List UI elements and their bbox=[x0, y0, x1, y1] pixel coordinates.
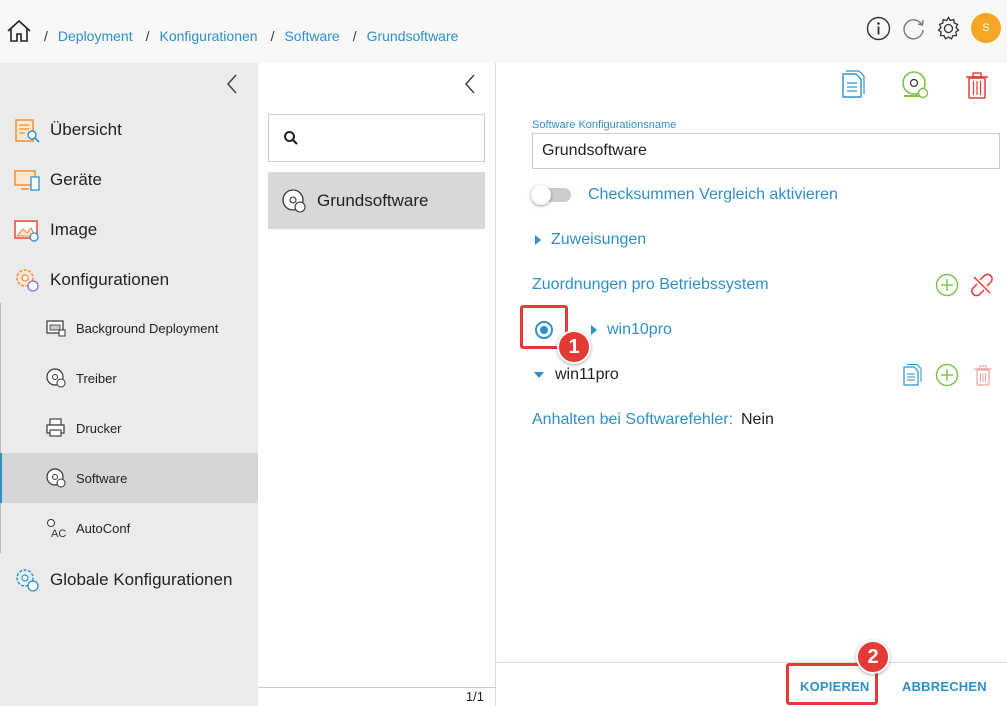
config-name-label: Software Konfigurationsname bbox=[532, 119, 677, 131]
checksum-toggle-label[interactable]: Checksummen Vergleich aktivieren bbox=[588, 186, 838, 204]
driver-disc-icon bbox=[46, 368, 66, 388]
printer-icon bbox=[46, 418, 65, 437]
active-indicator bbox=[0, 453, 2, 503]
add-circle-icon[interactable] bbox=[935, 273, 959, 297]
software-list-panel: Grundsoftware 1/1 bbox=[258, 63, 496, 706]
breadcrumb-separator: / bbox=[270, 28, 275, 44]
breadcrumb-konfigurationen[interactable]: Konfigurationen bbox=[159, 28, 257, 44]
expand-caret-icon[interactable] bbox=[535, 235, 541, 245]
overview-icon bbox=[15, 119, 40, 143]
top-bar: / Deployment / Konfigurationen / Softwar… bbox=[0, 0, 1007, 63]
breadcrumb: / Deployment / Konfigurationen / Softwar… bbox=[44, 28, 471, 44]
autoconf-icon: AC bbox=[47, 519, 66, 539]
collapse-caret-icon[interactable] bbox=[534, 372, 544, 378]
svg-text:AC: AC bbox=[51, 528, 66, 539]
unlink-icon[interactable] bbox=[970, 273, 994, 297]
sidebar-subitem-label: Drucker bbox=[76, 420, 122, 436]
step-badge-2: 2 bbox=[856, 640, 890, 674]
add-circle-icon[interactable] bbox=[935, 363, 959, 387]
refresh-icon[interactable] bbox=[901, 16, 926, 41]
devices-icon bbox=[14, 170, 40, 191]
user-avatar[interactable]: S bbox=[971, 13, 1001, 43]
software-disc-icon bbox=[46, 468, 66, 488]
sidebar-item-label: Konfigurationen bbox=[50, 270, 170, 289]
cancel-button[interactable]: ABBRECHEN bbox=[902, 679, 987, 694]
collapse-list-chevron-icon[interactable] bbox=[462, 73, 478, 95]
list-item-label: Grundsoftware bbox=[317, 190, 429, 210]
detail-footer: KOPIEREN ABBRECHEN bbox=[497, 662, 1007, 706]
sidebar-subitem-label: Background Deployment bbox=[76, 320, 219, 336]
pagination-indicator: 1/1 bbox=[465, 689, 484, 704]
home-icon[interactable] bbox=[6, 18, 32, 44]
zuweisungen-expander[interactable]: Zuweisungen bbox=[551, 231, 646, 249]
sidebar-item-label: Globale Konfigurationen bbox=[50, 570, 233, 589]
step-badge-1: 1 bbox=[557, 330, 591, 364]
breadcrumb-grundsoftware[interactable]: Grundsoftware bbox=[367, 28, 459, 44]
halt-on-error-value[interactable]: Nein bbox=[741, 411, 774, 429]
config-name-field[interactable]: Grundsoftware bbox=[532, 133, 1000, 169]
copy-document-icon[interactable] bbox=[900, 363, 924, 387]
sidebar-item-konfigurationen[interactable]: Konfigurationen bbox=[0, 255, 258, 305]
detail-toolbar bbox=[837, 69, 993, 101]
sidebar-item-uebersicht[interactable]: Übersicht bbox=[0, 105, 258, 155]
os-item-win11pro[interactable]: win11pro bbox=[555, 366, 619, 384]
search-icon bbox=[284, 131, 298, 145]
copy-document-icon[interactable] bbox=[837, 69, 869, 101]
sidebar-subitem-treiber[interactable]: Treiber bbox=[0, 353, 258, 403]
background-deployment-icon bbox=[46, 320, 66, 337]
configurations-gear-icon bbox=[16, 269, 39, 292]
sidebar-item-globale-konfigurationen[interactable]: Globale Konfigurationen bbox=[0, 555, 258, 605]
global-configurations-icon bbox=[16, 569, 39, 592]
breadcrumb-separator: / bbox=[44, 28, 48, 44]
collapse-sidebar-chevron-icon[interactable] bbox=[224, 73, 240, 95]
breadcrumb-software[interactable]: Software bbox=[284, 28, 339, 44]
checksum-toggle[interactable] bbox=[531, 185, 571, 205]
expand-caret-icon[interactable] bbox=[591, 325, 597, 335]
list-footer: 1/1 bbox=[258, 687, 496, 706]
breadcrumb-separator: / bbox=[145, 28, 150, 44]
delete-trash-icon[interactable] bbox=[971, 363, 995, 387]
top-toolbar: S bbox=[866, 13, 1001, 43]
os-mapping-heading: Zuordnungen pro Betriebssystem bbox=[532, 276, 769, 293]
breadcrumb-deployment[interactable]: Deployment bbox=[58, 28, 133, 44]
toggle-knob bbox=[531, 185, 551, 205]
sidebar-item-label: Image bbox=[50, 220, 98, 239]
sidebar-item-geraete[interactable]: Geräte bbox=[0, 155, 258, 205]
settings-gear-icon[interactable] bbox=[936, 15, 961, 41]
halt-on-error-label: Anhalten bei Softwarefehler: bbox=[532, 411, 734, 428]
sidebar-subitem-autoconf[interactable]: AC AutoConf bbox=[0, 503, 258, 553]
deploy-software-icon[interactable] bbox=[899, 69, 931, 101]
breadcrumb-separator: / bbox=[352, 28, 357, 44]
delete-trash-icon[interactable] bbox=[961, 69, 993, 101]
sidebar-subitem-drucker[interactable]: Drucker bbox=[0, 403, 258, 453]
os-item-win10pro[interactable]: win10pro bbox=[607, 321, 672, 339]
sidebar: Übersicht Geräte Image Konfigurationen B… bbox=[0, 63, 258, 706]
list-item-grundsoftware[interactable]: Grundsoftware bbox=[268, 172, 485, 229]
sidebar-subitem-software[interactable]: Software bbox=[0, 453, 258, 503]
sidebar-item-label: Geräte bbox=[50, 170, 102, 189]
software-disc-icon bbox=[282, 189, 306, 213]
detail-pane: Software Konfigurationsname Grundsoftwar… bbox=[497, 63, 1007, 706]
sidebar-item-image[interactable]: Image bbox=[0, 205, 258, 255]
sidebar-subitem-label: Treiber bbox=[76, 370, 117, 386]
image-icon bbox=[14, 220, 39, 242]
search-input[interactable] bbox=[268, 114, 485, 162]
info-icon[interactable] bbox=[866, 16, 891, 41]
sidebar-subitem-label: Software bbox=[76, 470, 128, 486]
sidebar-subitem-label: AutoConf bbox=[76, 520, 131, 536]
sidebar-subitem-background-deployment[interactable]: Background Deployment bbox=[0, 303, 258, 353]
sidebar-item-label: Übersicht bbox=[50, 120, 122, 139]
